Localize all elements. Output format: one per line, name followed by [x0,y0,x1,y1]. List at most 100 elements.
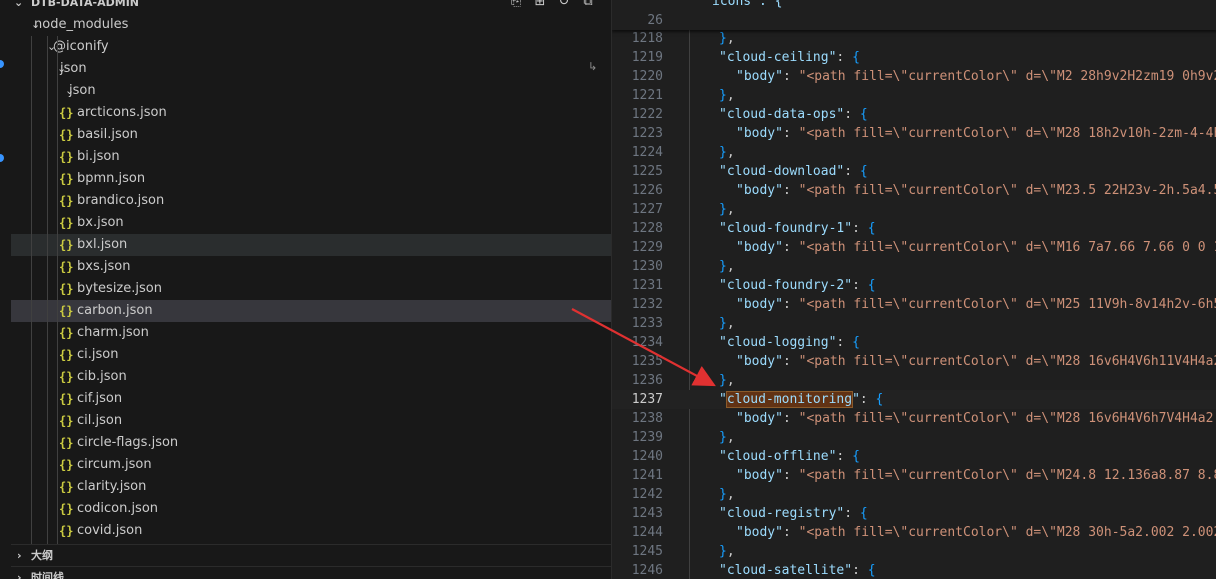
file-row[interactable]: {} cif.json [11,388,611,410]
line-number: 1222 [631,107,663,122]
json-key: cloud-data-ops [726,107,837,122]
code-line[interactable]: 1242}, [612,485,1216,504]
file-row[interactable]: {} bytesize.json [11,278,611,300]
code-line[interactable]: 1220 "body": "<path fill=\"currentColor\"… [612,67,1216,86]
code-line[interactable]: 1233}, [612,314,1216,333]
code-line[interactable]: 1236}, [612,371,1216,390]
body-value: <path fill=\"currentColor\" d=\"M25 11V9… [806,297,1216,312]
quote: " [775,411,783,426]
file-row[interactable]: {} bxl.json [11,234,611,256]
code-line[interactable]: 1245}, [612,542,1216,561]
line-number: 1220 [631,69,663,84]
collapse-all-icon[interactable]: ⧉ [580,0,596,11]
code-line[interactable]: 1243 "cloud-registry": { [612,504,1216,523]
line-number: 1244 [631,525,663,540]
file-row[interactable]: {} arcticons.json [11,102,611,124]
file-row[interactable]: {} bi.json [11,146,611,168]
folder-row[interactable]: ⌄ json [11,58,611,80]
close-brace: } [719,31,727,46]
code-line[interactable]: 1224}, [612,143,1216,162]
code-line[interactable]: 1232 "body": "<path fill=\"currentColor\"… [612,295,1216,314]
folder-row[interactable]: ⌄ node_modules [11,14,611,36]
body-value: <path fill=\"currentColor\" d=\"M28 18h2… [806,126,1216,141]
file-row[interactable]: {} circum.json [11,454,611,476]
code-line[interactable]: 1229 "body": "<path fill=\"currentColor\"… [612,238,1216,257]
file-row[interactable]: {} brandico.json [11,190,611,212]
file-row[interactable]: {} cib.json [11,366,611,388]
new-folder-icon[interactable]: ⊞ [532,0,548,11]
file-label: arcticons.json [77,105,167,120]
file-row[interactable]: {} bpmn.json [11,168,611,190]
json-file-icon: {} [59,392,74,406]
file-label: circum.json [77,457,152,472]
quote: " [736,69,744,84]
outline-section[interactable]: › 大纲 [11,544,611,567]
code-line[interactable]: 1230}, [612,257,1216,276]
new-file-icon[interactable]: ⎘ [508,0,524,11]
json-file-icon: {} [59,524,74,538]
folder-row[interactable]: ⌄ @iconify [11,36,611,58]
code-line[interactable]: 1223 "body": "<path fill=\"currentColor\"… [612,124,1216,143]
file-row[interactable]: {} clarity.json [11,476,611,498]
line-number: 1223 [631,126,663,141]
code-line[interactable]: 1222 "cloud-data-ops": { [612,105,1216,124]
quote: " [844,563,853,578]
file-row[interactable]: {} covid.json [11,520,611,542]
file-row[interactable]: {} circle-flags.json [11,432,611,454]
file-row[interactable]: {} basil.json [11,124,611,146]
refresh-icon[interactable]: ↻ [556,0,572,11]
code-line[interactable]: 1231 "cloud-foundry-2": { [612,276,1216,295]
code-line[interactable]: 1239}, [612,428,1216,447]
code-line[interactable]: 1238 "body": "<path fill=\"currentColor\"… [612,409,1216,428]
line-number: 1224 [631,145,663,160]
code-line[interactable]: 1241 "body": "<path fill=\"currentColor\"… [612,466,1216,485]
colon: : [782,525,799,540]
body-value: <path fill=\"currentColor\" d=\"M28 16v6… [806,411,1216,426]
file-row[interactable]: {} cil.json [11,410,611,432]
line-number: 1233 [631,316,663,331]
file-label: bytesize.json [77,281,162,296]
line-number: 1234 [631,335,663,350]
colon: : [836,50,853,65]
quote: " [736,411,744,426]
close-brace: } [719,430,727,445]
line-number: 1227 [631,202,663,217]
code-line[interactable]: 1228 "cloud-foundry-1": { [612,219,1216,238]
code-line[interactable]: 1219 "cloud-ceiling": { [612,48,1216,67]
timeline-section[interactable]: › 时间线 [11,566,611,579]
file-row[interactable]: {} bx.json [11,212,611,234]
code-line[interactable]: 1244 "body": "<path fill=\"currentColor\"… [612,523,1216,542]
open-brace: { [852,50,860,65]
file-row[interactable]: {} codicon.json [11,498,611,520]
code-line[interactable]: 1240 "cloud-offline": { [612,447,1216,466]
json-file-icon: {} [59,414,74,428]
close-brace: } [719,316,727,331]
file-row[interactable]: {} charm.json [11,322,611,344]
file-row[interactable]: {} bxs.json [11,256,611,278]
file-row[interactable]: {} ci.json [11,344,611,366]
code-line[interactable]: 1221}, [612,86,1216,105]
code-line[interactable]: 1225 "cloud-download": { [612,162,1216,181]
code-line[interactable]: 1226 "body": "<path fill=\"currentColor\"… [612,181,1216,200]
file-label: bi.json [77,149,120,164]
json-file-icon: {} [59,282,74,296]
quote: " [719,335,727,350]
explorer-root-label: DTB-DATA-ADMIN [31,0,139,9]
folder-row[interactable]: ⌄ json [11,80,611,102]
code-line[interactable]: 1218}, [612,29,1216,48]
code-editor[interactable]: 1216"cloud-auditing": {1218},1219"cloud-… [611,0,1216,579]
code-line[interactable]: 1227}, [612,200,1216,219]
body-key: body [743,525,776,540]
file-row[interactable]: {} carbon.json [11,300,611,322]
code-line[interactable]: 1235 "body": "<path fill=\"currentColor\"… [612,352,1216,371]
json-key: cloud-logging [726,335,829,350]
body-key: body [743,240,776,255]
sticky-scroll-header[interactable]: 26 icons": { [612,0,1216,30]
json-file-icon: {} [59,238,74,252]
quote: " [775,525,783,540]
code-line[interactable]: 1246 "cloud-satellite": { [612,561,1216,579]
quote: " [719,107,727,122]
code-line[interactable]: 1234 "cloud-logging": { [612,333,1216,352]
code-line[interactable]: 1237 "cloud-monitoring": { [612,390,1216,409]
open-brace: { [852,449,860,464]
